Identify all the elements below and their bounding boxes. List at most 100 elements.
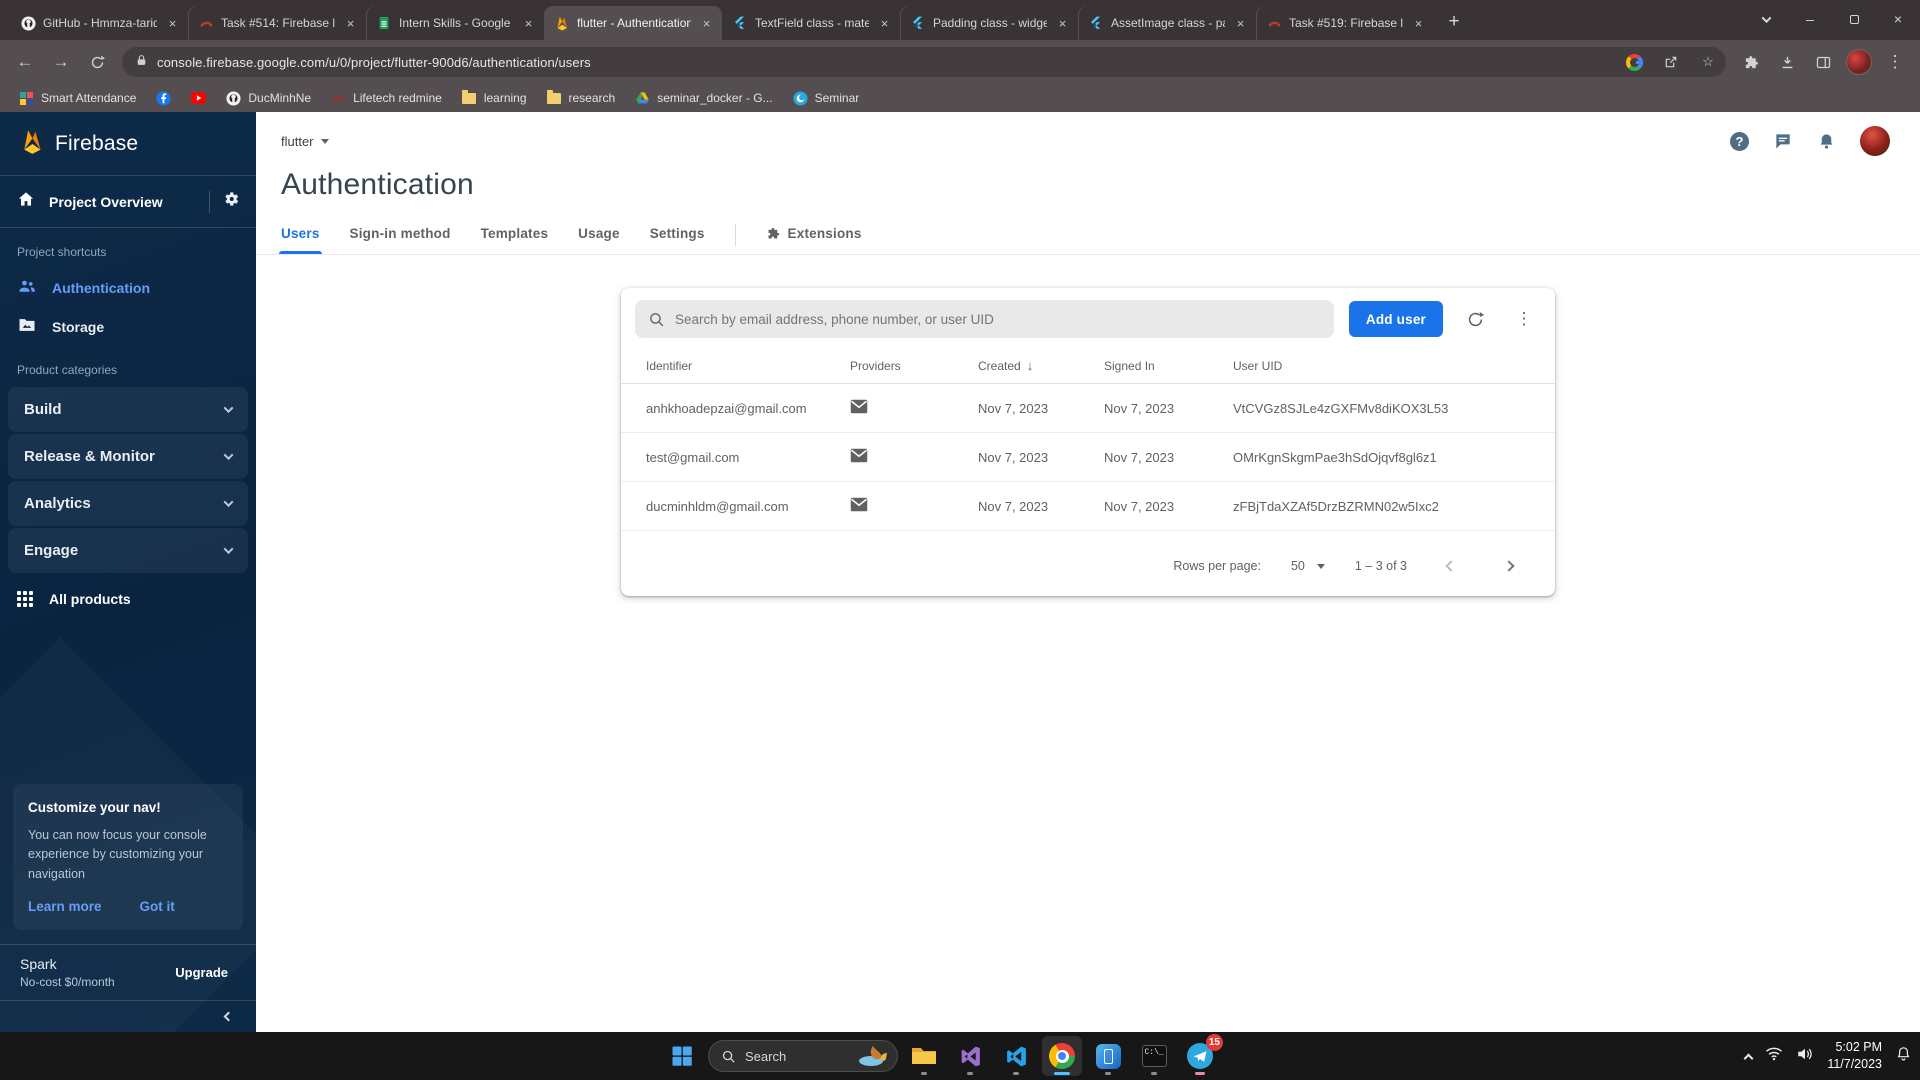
bell-icon[interactable] <box>1817 132 1836 151</box>
col-signed-in[interactable]: Signed In <box>1104 359 1233 373</box>
close-icon[interactable]: × <box>1054 15 1071 32</box>
vscode-icon[interactable] <box>996 1036 1036 1076</box>
sidebar-item-storage[interactable]: Storage <box>0 307 256 346</box>
col-user-uid[interactable]: User UID <box>1233 359 1541 373</box>
refresh-icon[interactable] <box>1458 302 1492 336</box>
browser-tab-github[interactable]: GitHub - Hmmza-tariq/flu × <box>10 6 188 40</box>
bookmark-lifetech-redmine[interactable]: Lifetech redmine <box>322 89 451 108</box>
reload-button[interactable] <box>80 45 114 79</box>
browser-tab-firebase-active[interactable]: flutter - Authentication - F × <box>544 6 722 40</box>
taskbar-clock[interactable]: 5:02 PM 11/7/2023 <box>1827 1039 1882 1073</box>
sidebar-collapse-row[interactable] <box>0 1000 256 1032</box>
browser-tab-task-519[interactable]: Task #519: Firebase learni × <box>1256 6 1434 40</box>
chrome-icon[interactable] <box>1042 1036 1082 1076</box>
google-translate-icon[interactable] <box>1620 48 1648 76</box>
tab-sign-in-method[interactable]: Sign-in method <box>350 226 451 254</box>
sidebar-item-authentication[interactable]: Authentication <box>0 268 256 307</box>
firebase-brand[interactable]: Firebase <box>0 112 256 176</box>
upgrade-button[interactable]: Upgrade <box>167 959 236 986</box>
table-row[interactable]: anhkhoadepzai@gmail.com Nov 7, 2023 Nov … <box>621 384 1555 433</box>
profile-avatar[interactable] <box>1842 45 1876 79</box>
close-icon[interactable]: × <box>1232 15 1249 32</box>
tab-users[interactable]: Users <box>279 226 322 254</box>
sidebar-category-build[interactable]: Build <box>8 387 248 432</box>
sidebar-category-analytics[interactable]: Analytics <box>8 481 248 526</box>
bookmark-seminar-docker[interactable]: seminar_docker - G... <box>626 89 781 108</box>
bookmark-research[interactable]: research <box>538 89 625 108</box>
browser-tab-sheets[interactable]: Intern Skills - Google Tran × <box>366 6 544 40</box>
card-menu-kebab-icon[interactable]: ⋮ <box>1507 302 1541 336</box>
rows-per-page-select[interactable]: 50 <box>1291 559 1325 573</box>
search-input[interactable] <box>675 311 1321 327</box>
bookmark-ducminhne[interactable]: DucMinhNe <box>217 89 320 108</box>
feedback-icon[interactable] <box>1773 131 1793 151</box>
bookmark-facebook[interactable] <box>147 89 180 108</box>
share-icon[interactable] <box>1657 48 1685 76</box>
account-avatar[interactable] <box>1860 126 1890 156</box>
tab-settings[interactable]: Settings <box>650 226 705 254</box>
chevron-down-icon <box>223 450 234 461</box>
back-button[interactable]: ← <box>8 45 42 79</box>
bookmark-smart-attendance[interactable]: Smart Attendance <box>10 89 145 108</box>
side-panel-icon[interactable] <box>1806 45 1840 79</box>
browser-tab-task-514[interactable]: Task #514: Firebase learni × <box>188 6 366 40</box>
col-created[interactable]: Created ↓ <box>978 358 1104 373</box>
chevron-down-icon[interactable] <box>1744 0 1788 38</box>
close-icon[interactable]: × <box>698 15 715 32</box>
start-button[interactable] <box>662 1036 702 1076</box>
taskbar-search[interactable]: Search <box>708 1040 898 1072</box>
close-icon[interactable]: × <box>342 15 359 32</box>
close-icon[interactable]: × <box>164 15 181 32</box>
browser-tab-assetimage[interactable]: AssetImage class - paintin × <box>1078 6 1256 40</box>
github-icon <box>20 15 36 31</box>
tab-templates[interactable]: Templates <box>481 226 549 254</box>
forward-button[interactable]: → <box>44 45 78 79</box>
project-overview-row[interactable]: Project Overview <box>0 176 256 228</box>
table-row[interactable]: test@gmail.com Nov 7, 2023 Nov 7, 2023 O… <box>621 433 1555 482</box>
prev-page-button[interactable] <box>1437 552 1465 580</box>
user-search[interactable] <box>635 300 1334 338</box>
browser-menu-kebab-icon[interactable]: ⋮ <box>1878 45 1912 79</box>
browser-tab-padding[interactable]: Padding class - widgets lib × <box>900 6 1078 40</box>
learn-more-link[interactable]: Learn more <box>28 899 102 914</box>
sidebar-all-products[interactable]: All products <box>0 574 256 624</box>
bookmark-learning[interactable]: learning <box>453 89 536 108</box>
tab-extensions[interactable]: Extensions <box>766 226 862 254</box>
new-tab-button[interactable]: + <box>1440 8 1468 36</box>
bookmark-star-icon[interactable]: ☆ <box>1694 48 1722 76</box>
wifi-icon[interactable] <box>1765 1046 1783 1066</box>
close-window-button[interactable]: × <box>1876 0 1920 38</box>
project-switcher[interactable]: flutter <box>281 134 329 149</box>
download-icon[interactable] <box>1770 45 1804 79</box>
close-icon[interactable]: × <box>876 15 893 32</box>
extensions-puzzle-icon[interactable] <box>1734 45 1768 79</box>
sidebar-category-engage[interactable]: Engage <box>8 528 248 573</box>
next-page-button[interactable] <box>1495 552 1523 580</box>
table-row[interactable]: ducminhldm@gmail.com Nov 7, 2023 Nov 7, … <box>621 482 1555 531</box>
bookmark-youtube[interactable] <box>182 89 215 108</box>
terminal-icon[interactable]: C:\_ <box>1134 1036 1174 1076</box>
volume-icon[interactable] <box>1796 1046 1814 1067</box>
close-icon[interactable]: × <box>1410 15 1427 32</box>
gear-icon[interactable] <box>222 190 240 213</box>
telegram-icon[interactable]: 15 <box>1180 1034 1223 1076</box>
address-bar[interactable]: console.firebase.google.com/u/0/project/… <box>122 47 1726 77</box>
maximize-button[interactable] <box>1832 0 1876 38</box>
col-providers[interactable]: Providers <box>850 359 978 373</box>
tray-chevron-up-icon[interactable] <box>1743 1053 1754 1063</box>
got-it-button[interactable]: Got it <box>140 899 175 914</box>
help-icon[interactable]: ? <box>1730 131 1749 151</box>
windows-taskbar: Search C:\_ 15 5:02 PM 11/7/2023 <box>0 1032 1920 1080</box>
col-identifier[interactable]: Identifier <box>635 359 850 373</box>
notification-bell-icon[interactable] <box>1895 1045 1912 1067</box>
minimize-button[interactable]: – <box>1788 0 1832 38</box>
bookmark-seminar[interactable]: Seminar <box>784 89 869 108</box>
close-icon[interactable]: × <box>520 15 537 32</box>
file-explorer-icon[interactable] <box>904 1036 944 1076</box>
add-user-button[interactable]: Add user <box>1348 301 1443 337</box>
tab-usage[interactable]: Usage <box>578 226 620 254</box>
visual-studio-icon[interactable] <box>950 1036 990 1076</box>
phone-link-icon[interactable] <box>1088 1036 1128 1076</box>
browser-tab-textfield[interactable]: TextField class - material li × <box>722 6 900 40</box>
sidebar-category-release-monitor[interactable]: Release & Monitor <box>8 434 248 479</box>
